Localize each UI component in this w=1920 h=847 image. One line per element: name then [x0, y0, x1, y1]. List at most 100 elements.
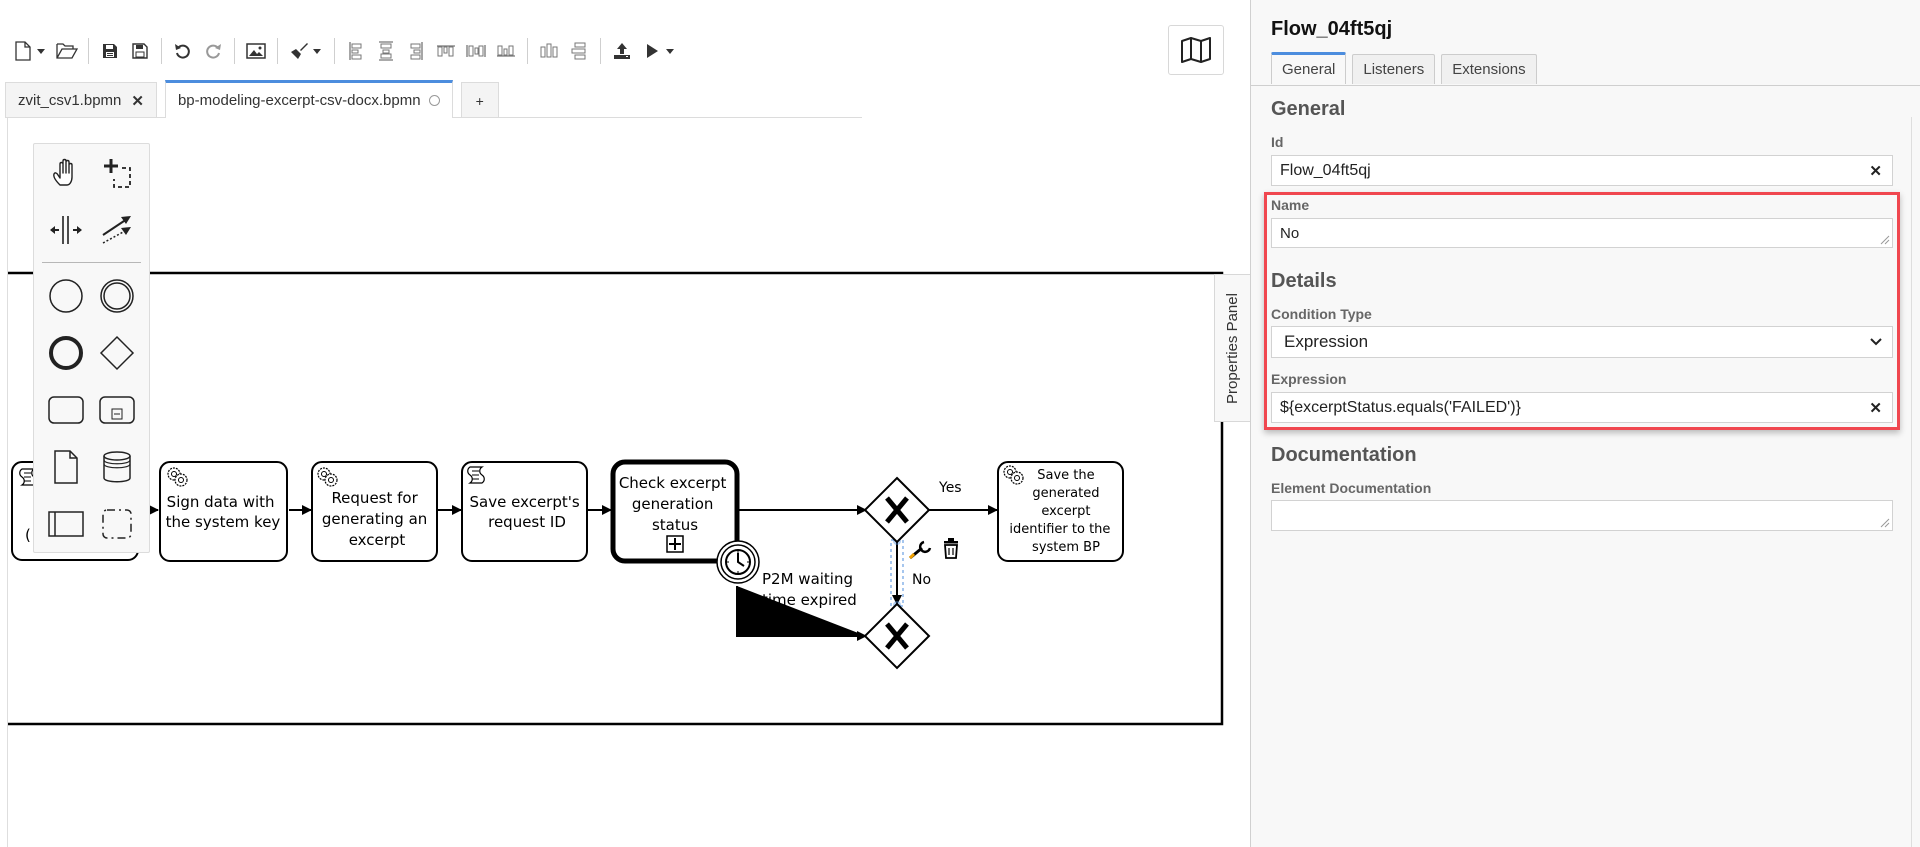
task-label: (	[25, 526, 31, 544]
plus-icon: +	[475, 92, 484, 109]
intermediate-event-icon	[100, 278, 134, 313]
save-as-button[interactable]	[127, 38, 153, 64]
condition-type-select[interactable]: Expression	[1271, 326, 1893, 358]
tool-palette	[33, 143, 150, 553]
space-tool-button[interactable]	[44, 208, 88, 252]
tab-bp-modeling-excerpt[interactable]: bp-modeling-excerpt-csv-docx.bpmn	[164, 80, 453, 118]
align-top-button[interactable]	[433, 38, 459, 64]
toolbar	[8, 36, 681, 66]
lasso-tool-button[interactable]	[95, 151, 139, 195]
palette-separator	[42, 262, 141, 263]
section-heading-general: General	[1271, 98, 1346, 120]
create-data-object-button[interactable]	[44, 445, 88, 489]
tab-label: zvit_csv1.bpmn	[18, 92, 122, 109]
color-dropdown[interactable]	[312, 38, 322, 64]
align-middle-icon	[466, 45, 486, 57]
create-group-button[interactable]	[95, 502, 139, 546]
exclusive-gateway[interactable]	[863, 476, 931, 544]
global-connect-tool-button[interactable]	[95, 208, 139, 252]
expression-label: Expression	[1271, 371, 1347, 387]
element-documentation-field[interactable]	[1271, 500, 1893, 531]
task-label-line: Check excerpt	[619, 474, 727, 492]
add-tab-button[interactable]: +	[460, 82, 499, 118]
section-heading-documentation: Documentation	[1271, 444, 1417, 466]
expression-value: ${excerptStatus.equals('FAILED')}	[1280, 398, 1521, 416]
redo-button[interactable]	[200, 38, 226, 64]
flow-label-no[interactable]: No	[912, 572, 931, 588]
create-data-store-button[interactable]	[95, 445, 139, 489]
tab-zvit-csv1[interactable]: zvit_csv1.bpmn ✕	[5, 82, 157, 118]
exclusive-gateway[interactable]	[863, 602, 931, 670]
minimap-toggle-button[interactable]	[1168, 25, 1224, 75]
sequence-flow-no[interactable]	[890, 537, 904, 609]
resize-handle-icon[interactable]	[1880, 518, 1890, 528]
close-icon[interactable]: ✕	[131, 92, 144, 110]
delete-icon[interactable]	[944, 538, 958, 559]
align-left-button[interactable]	[343, 38, 369, 64]
unsaved-indicator-icon[interactable]	[428, 95, 440, 106]
section-heading-details: Details	[1271, 270, 1337, 292]
create-pool-button[interactable]	[44, 502, 88, 546]
resize-handle-icon[interactable]	[1880, 235, 1890, 245]
start-instance-dropdown[interactable]	[665, 38, 675, 64]
expression-field[interactable]: ${excerptStatus.equals('FAILED')} ✕	[1271, 392, 1893, 423]
properties-panel-toggle[interactable]: Properties Panel	[1214, 274, 1250, 422]
expand-subprocess-icon[interactable]	[666, 535, 684, 553]
palette-row	[34, 438, 149, 495]
align-right-button[interactable]	[403, 38, 429, 64]
hand-tool-button[interactable]	[44, 151, 88, 195]
id-field[interactable]: Flow_04ft5qj ✕	[1271, 155, 1893, 186]
properties-tabs: General Listeners Extensions	[1271, 52, 1543, 84]
create-gateway-button[interactable]	[95, 331, 139, 375]
data-store-icon	[103, 450, 131, 482]
flow-label-yes[interactable]: Yes	[938, 480, 962, 496]
distribute-vertical-button[interactable]	[566, 38, 592, 64]
create-task-button[interactable]	[44, 388, 88, 432]
align-center-button[interactable]	[373, 38, 399, 64]
distribute-horizontal-button[interactable]	[536, 38, 562, 64]
open-file-button[interactable]	[54, 38, 80, 64]
create-intermediate-event-button[interactable]	[95, 274, 139, 318]
save-button[interactable]	[97, 38, 123, 64]
timer-boundary-event[interactable]	[716, 540, 760, 584]
new-file-button[interactable]	[10, 38, 36, 64]
event-label-line: P2M waiting	[762, 570, 853, 588]
tab-listeners[interactable]: Listeners	[1352, 54, 1436, 84]
deploy-button[interactable]	[609, 38, 635, 64]
subprocess-check-status[interactable]: Check excerpt generation status	[610, 459, 740, 564]
condition-type-label: Condition Type	[1271, 306, 1372, 322]
task-save-request-id[interactable]: Save excerpt's request ID	[461, 461, 588, 562]
create-start-event-button[interactable]	[44, 274, 88, 318]
align-bottom-button[interactable]	[493, 38, 519, 64]
boundary-event-label[interactable]: P2M waiting time expired	[762, 570, 858, 609]
task-label-line: excerpt	[1041, 504, 1090, 519]
diagram-canvas[interactable]: Yes No (Sign data with the system key R…	[0, 118, 1250, 847]
panel-border	[1911, 117, 1912, 847]
name-field[interactable]: No	[1271, 218, 1893, 248]
tabs-divider	[1251, 85, 1920, 86]
create-end-event-button[interactable]	[44, 331, 88, 375]
start-instance-button[interactable]	[639, 38, 665, 64]
task-sign-data[interactable]: Sign data with the system key	[159, 461, 288, 562]
task-label-line: Request for	[331, 489, 418, 507]
tab-extensions[interactable]: Extensions	[1441, 54, 1537, 84]
wrench-icon[interactable]	[908, 540, 932, 560]
clear-expression-icon[interactable]: ✕	[1869, 399, 1882, 417]
tab-general[interactable]: General	[1271, 52, 1347, 84]
clear-id-icon[interactable]: ✕	[1869, 162, 1882, 180]
export-image-button[interactable]	[243, 38, 269, 64]
color-button[interactable]	[286, 38, 312, 64]
create-subprocess-button[interactable]	[95, 388, 139, 432]
align-middle-button[interactable]	[463, 38, 489, 64]
task-icon	[48, 395, 84, 424]
align-bottom-icon	[497, 45, 515, 57]
pool-icon	[48, 510, 84, 537]
new-file-dropdown[interactable]	[36, 38, 46, 64]
task-save-generated-excerpt[interactable]: Save the generated excerpt identifier to…	[997, 461, 1124, 562]
task-request-excerpt[interactable]: Request for generating an excerpt	[311, 461, 438, 562]
palette-row	[34, 144, 149, 201]
paint-brush-icon	[291, 43, 308, 59]
undo-button[interactable]	[170, 38, 196, 64]
connect-icon	[102, 215, 132, 244]
align-top-icon	[437, 45, 455, 57]
